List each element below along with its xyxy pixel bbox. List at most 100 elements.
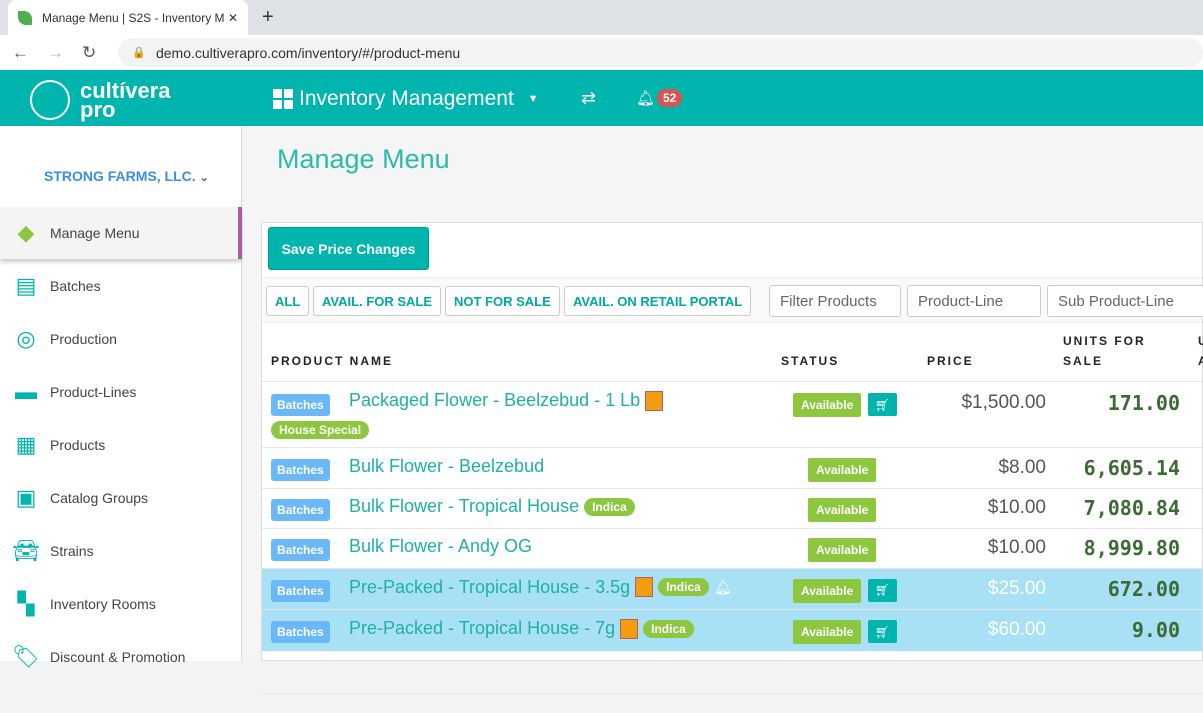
- product-name-link[interactable]: Bulk Flower - Tropical House Indica: [349, 496, 635, 517]
- batches-button[interactable]: Batches: [271, 458, 330, 481]
- sidebar-item-product-lines[interactable]: ▬ Product-Lines: [0, 366, 242, 418]
- cart-icon[interactable]: 🛒︎: [868, 620, 897, 643]
- sidebar-item-products[interactable]: ▦ Products: [0, 419, 242, 471]
- col-product-name[interactable]: PRODUCT NAME: [271, 351, 393, 371]
- product-lines-icon: ▬: [15, 379, 37, 404]
- sidebar-item-label: Product-Lines: [50, 384, 137, 400]
- filter-avail-for-sale[interactable]: AVAIL. FOR SALE: [313, 286, 442, 316]
- units-value: 8,999.80: [1083, 536, 1180, 560]
- price-value[interactable]: $25.00: [988, 578, 1046, 600]
- package-icon: [620, 618, 639, 639]
- sidebar-item-strains[interactable]: 🚘︎ Strains: [0, 525, 242, 577]
- product-name-link[interactable]: Pre-Packed - Tropical House - 7g Indica: [349, 618, 694, 639]
- status-badge[interactable]: Available: [808, 538, 877, 562]
- sub-product-line-select[interactable]: Sub Product-Line: [1047, 285, 1203, 317]
- sidebar: STRONG FARMS, LLC. ⌄ ◆ Manage Menu ▤ Batche…: [0, 126, 242, 669]
- status-badge[interactable]: Available: [793, 620, 862, 644]
- col-next[interactable]: UA: [1198, 331, 1203, 371]
- batches-button[interactable]: Batches: [271, 394, 330, 416]
- menu-panel: Save Price Changes ALL AVAIL. FOR SALE N…: [261, 222, 1203, 694]
- sidebar-item-label: Strains: [50, 543, 94, 559]
- batches-button[interactable]: Batches: [271, 579, 330, 602]
- save-price-changes-button[interactable]: Save Price Changes: [268, 227, 429, 270]
- lock-icon: 🔒: [132, 47, 146, 59]
- sidebar-item-production[interactable]: ◎ Production: [0, 313, 242, 365]
- cart-icon[interactable]: 🛒︎: [868, 578, 897, 602]
- production-icon: ◎: [16, 326, 36, 351]
- price-value[interactable]: $10.00: [988, 537, 1046, 559]
- sidebar-item-batches[interactable]: ▤ Batches: [0, 260, 242, 312]
- product-name-link[interactable]: Packaged Flower - Beelzebud - 1 Lb: [349, 390, 664, 411]
- discount-tag-icon: 🏷︎: [12, 644, 40, 669]
- close-tab-icon[interactable]: ✕: [228, 11, 238, 25]
- product-name-link[interactable]: Bulk Flower - Andy OG: [349, 536, 532, 557]
- url-input[interactable]: 🔒 demo.cultiverapro.com/inventory/#/produ…: [118, 38, 1203, 67]
- bell-outline-icon[interactable]: 🔔︎: [714, 579, 732, 596]
- sidebar-item-label: Production: [50, 331, 117, 347]
- filter-products-input[interactable]: Filter Products: [769, 285, 901, 317]
- app-switcher[interactable]: Inventory Management ▼: [273, 87, 539, 111]
- browser-tabbar: Manage Menu | S2S - Inventory M ✕ +: [0, 0, 1203, 35]
- price-value[interactable]: $8.00: [998, 457, 1046, 479]
- browser-tab[interactable]: Manage Menu | S2S - Inventory M ✕: [8, 0, 248, 35]
- sidebar-item-inventory-rooms[interactable]: ▚ Inventory Rooms: [0, 578, 242, 630]
- strain-type-badge: Indica: [584, 497, 635, 516]
- status-badge[interactable]: Available: [793, 578, 862, 603]
- units-value: 7,080.84: [1083, 496, 1180, 520]
- table-row: Batches Bulk Flower - Beelzebud Available $…: [262, 447, 1202, 488]
- units-value: 6,605.14: [1083, 455, 1180, 480]
- filter-retail-portal[interactable]: AVAIL. ON RETAIL PORTAL: [564, 286, 752, 316]
- col-price[interactable]: PRICE: [927, 351, 974, 371]
- strain-type-badge: Indica: [658, 578, 709, 596]
- filter-all[interactable]: ALL: [266, 286, 310, 316]
- product-name-link[interactable]: Bulk Flower - Beelzebud: [349, 456, 544, 477]
- price-value[interactable]: $60.00: [988, 619, 1046, 641]
- price-value[interactable]: $10.00: [988, 497, 1046, 519]
- house-special-badge: House Special: [271, 421, 370, 439]
- price-value[interactable]: $1,500.00: [961, 392, 1046, 414]
- sidebar-item-discount-promotion[interactable]: 🏷︎ Discount & Promotion: [0, 631, 242, 683]
- batches-button[interactable]: Batches: [271, 621, 330, 643]
- rooms-icon: ▚: [17, 591, 35, 616]
- units-value: 672.00: [1107, 576, 1180, 601]
- sidebar-item-label: Batches: [50, 278, 101, 294]
- status-badge[interactable]: Available: [808, 498, 877, 522]
- reload-icon[interactable]: ↻: [82, 43, 96, 63]
- page-title: Manage Menu: [277, 144, 450, 174]
- units-value: 9.00: [1131, 618, 1180, 642]
- app-header: cultívera pro Inventory Management ▼ ⇄ 🔔︎ …: [0, 70, 1203, 126]
- sidebar-item-label: Products: [50, 437, 106, 453]
- batches-button[interactable]: Batches: [271, 539, 330, 561]
- table-row: [262, 693, 1202, 713]
- forward-icon[interactable]: →: [47, 43, 64, 63]
- table-row: Batches Pre-Packed - Tropical House - 3.5…: [262, 568, 1202, 609]
- back-icon[interactable]: ←: [12, 43, 29, 63]
- sidebar-item-manage-menu[interactable]: ◆ Manage Menu: [0, 207, 242, 259]
- table-row: Batches Pre-Packed - Tropical House - 7g I…: [262, 609, 1202, 651]
- favicon-icon: [18, 10, 32, 25]
- bell-icon[interactable]: 🔔︎: [636, 89, 655, 107]
- col-units-for-sale[interactable]: UNITS FOR SALE: [1063, 331, 1146, 371]
- status-badge[interactable]: Available: [808, 457, 877, 482]
- sidebar-item-label: Inventory Rooms: [50, 596, 156, 612]
- swap-icon[interactable]: ⇄: [581, 88, 596, 109]
- units-value: 171.00: [1107, 391, 1180, 415]
- batches-icon: ▤: [15, 273, 37, 298]
- products-grid-icon: ▦: [15, 432, 37, 457]
- col-status[interactable]: STATUS: [781, 351, 839, 371]
- filter-bar: ALL AVAIL. FOR SALE NOT FOR SALE AVAIL. …: [262, 277, 1203, 323]
- logo-mark-icon: [30, 80, 70, 120]
- company-selector[interactable]: STRONG FARMS, LLC. ⌄: [44, 168, 209, 184]
- cart-icon[interactable]: 🛒︎: [868, 393, 897, 416]
- product-line-select[interactable]: Product-Line: [907, 285, 1041, 317]
- package-icon: [635, 577, 654, 597]
- logo[interactable]: cultívera pro: [30, 80, 171, 121]
- status-badge[interactable]: Available: [793, 393, 862, 417]
- batches-button[interactable]: Batches: [271, 499, 330, 521]
- filter-not-for-sale[interactable]: NOT FOR SALE: [445, 286, 560, 316]
- address-bar-row: ← → ↻ 🔒 demo.cultiverapro.com/inventory/#/p…: [0, 35, 1203, 70]
- product-name-link[interactable]: Pre-Packed - Tropical House - 3.5g Indica…: [349, 577, 732, 598]
- sidebar-item-catalog-groups[interactable]: ▣ Catalog Groups: [0, 472, 242, 524]
- new-tab-button[interactable]: +: [262, 6, 274, 29]
- notification-badge: 52: [657, 89, 683, 107]
